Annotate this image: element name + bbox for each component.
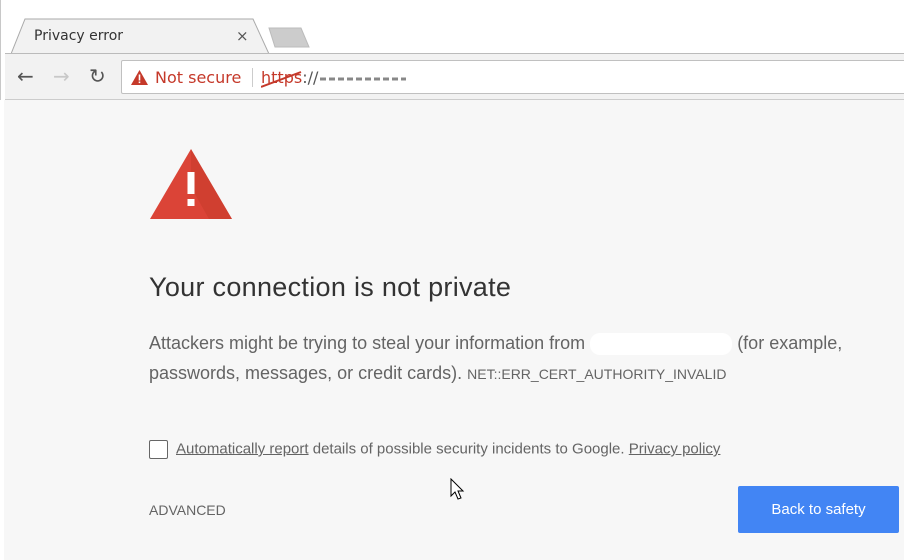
url-rest: ://: [302, 68, 319, 87]
separator: [252, 68, 253, 87]
new-tab-button[interactable]: [267, 27, 313, 49]
automatically-report-link[interactable]: Automatically report: [176, 440, 309, 457]
advanced-button[interactable]: ADVANCED: [149, 502, 226, 518]
tab-privacy-error[interactable]: Privacy error ×: [11, 18, 270, 54]
back-icon[interactable]: ←: [17, 66, 34, 86]
danger-triangle-icon: [150, 149, 232, 219]
tab-title: Privacy error: [34, 28, 124, 44]
privacy-policy-link[interactable]: Privacy policy: [629, 440, 721, 457]
page-title: Your connection is not private: [149, 272, 512, 302]
mouse-cursor-icon: [450, 478, 465, 500]
close-icon[interactable]: ×: [236, 27, 249, 45]
address-bar[interactable]: Not secure https://: [121, 60, 904, 94]
error-code: NET::ERR_CERT_AUTHORITY_INVALID: [467, 366, 727, 382]
report-checkbox[interactable]: [149, 440, 168, 459]
report-option: Automatically report details of possible…: [149, 440, 720, 459]
forward-icon[interactable]: →: [53, 66, 70, 86]
report-text: details of possible security incidents t…: [308, 440, 629, 458]
redacted-host: [320, 77, 407, 80]
redacted-site: [590, 333, 733, 356]
browser-chrome: Privacy error × ← → ↻ Not secure https:/…: [0, 0, 904, 100]
warning-icon: [131, 70, 148, 85]
url-text: https://: [261, 68, 408, 88]
not-secure-label[interactable]: Not secure: [155, 68, 241, 87]
back-to-safety-button[interactable]: Back to safety: [738, 486, 899, 533]
toolbar: ← → ↻ Not secure https://: [5, 53, 904, 100]
desc-text: Attackers might be trying to steal your …: [149, 333, 591, 353]
description: Attackers might be trying to steal your …: [149, 328, 889, 389]
reload-icon[interactable]: ↻: [89, 66, 106, 86]
